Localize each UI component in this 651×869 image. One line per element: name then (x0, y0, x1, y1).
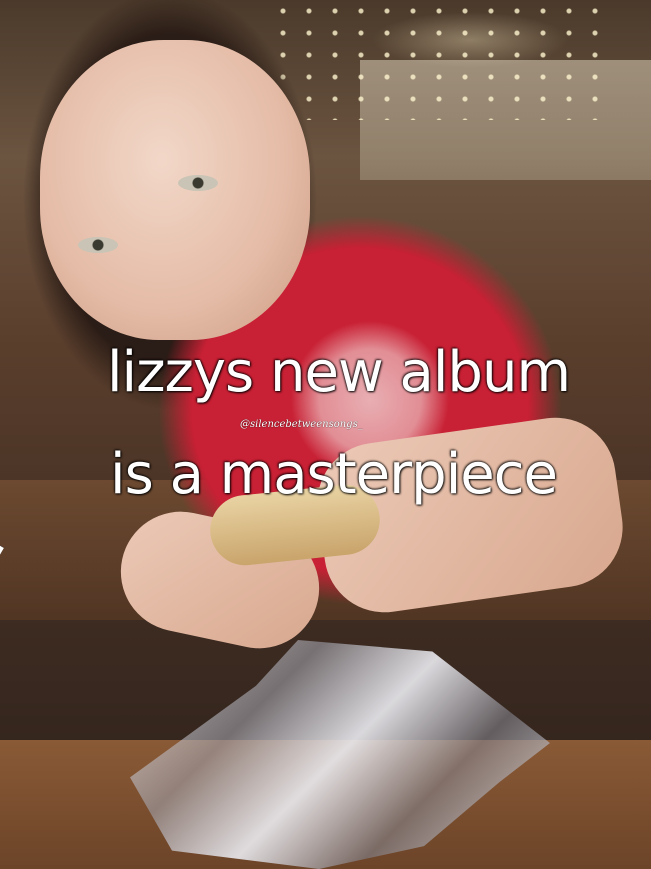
face (40, 40, 310, 340)
right-eye (178, 175, 218, 191)
caption-line-2: is a masterpiece (110, 442, 558, 507)
photo: lizzys new album @silencebetweensongs_ i… (0, 0, 651, 869)
caption-line-1: lizzys new album (106, 340, 571, 405)
left-eye (78, 237, 118, 253)
watermark: @silencebetweensongs_ (240, 419, 363, 430)
